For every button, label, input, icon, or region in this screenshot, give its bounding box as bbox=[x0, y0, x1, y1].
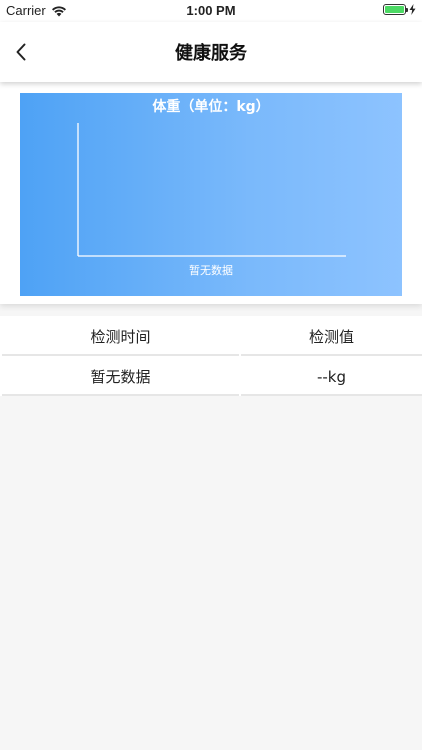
chart-empty-text: 暂无数据 bbox=[189, 263, 233, 277]
cell-check-time: 暂无数据 bbox=[2, 356, 239, 396]
chart-svg: 体重（单位：kg） 暂无数据 bbox=[77, 98, 346, 277]
cell-check-value: --kg bbox=[241, 356, 422, 396]
table-row: 暂无数据 --kg bbox=[0, 356, 422, 396]
record-table: 检测时间 检测值 暂无数据 --kg bbox=[0, 316, 422, 396]
header-check-time: 检测时间 bbox=[2, 316, 239, 356]
status-bar: Carrier 1:00 PM bbox=[0, 0, 422, 22]
chart-card: 体重（单位：kg） 暂无数据 bbox=[0, 82, 422, 304]
charging-bolt-icon bbox=[409, 4, 416, 15]
table-header-row: 检测时间 检测值 bbox=[0, 316, 422, 356]
battery-icon bbox=[383, 4, 408, 15]
header-check-value: 检测值 bbox=[241, 316, 422, 356]
chart-title: 体重（单位：kg） bbox=[152, 98, 269, 115]
navigation-bar: 健康服务 bbox=[0, 22, 422, 82]
page-title: 健康服务 bbox=[175, 43, 247, 64]
weight-chart: 体重（单位：kg） 暂无数据 bbox=[20, 93, 402, 296]
screen: Carrier 1:00 PM 健康服务 体重（单位：kg） 暂无数据 检测时间… bbox=[0, 0, 422, 750]
battery-indicator bbox=[383, 4, 416, 15]
status-time: 1:00 PM bbox=[186, 3, 236, 18]
